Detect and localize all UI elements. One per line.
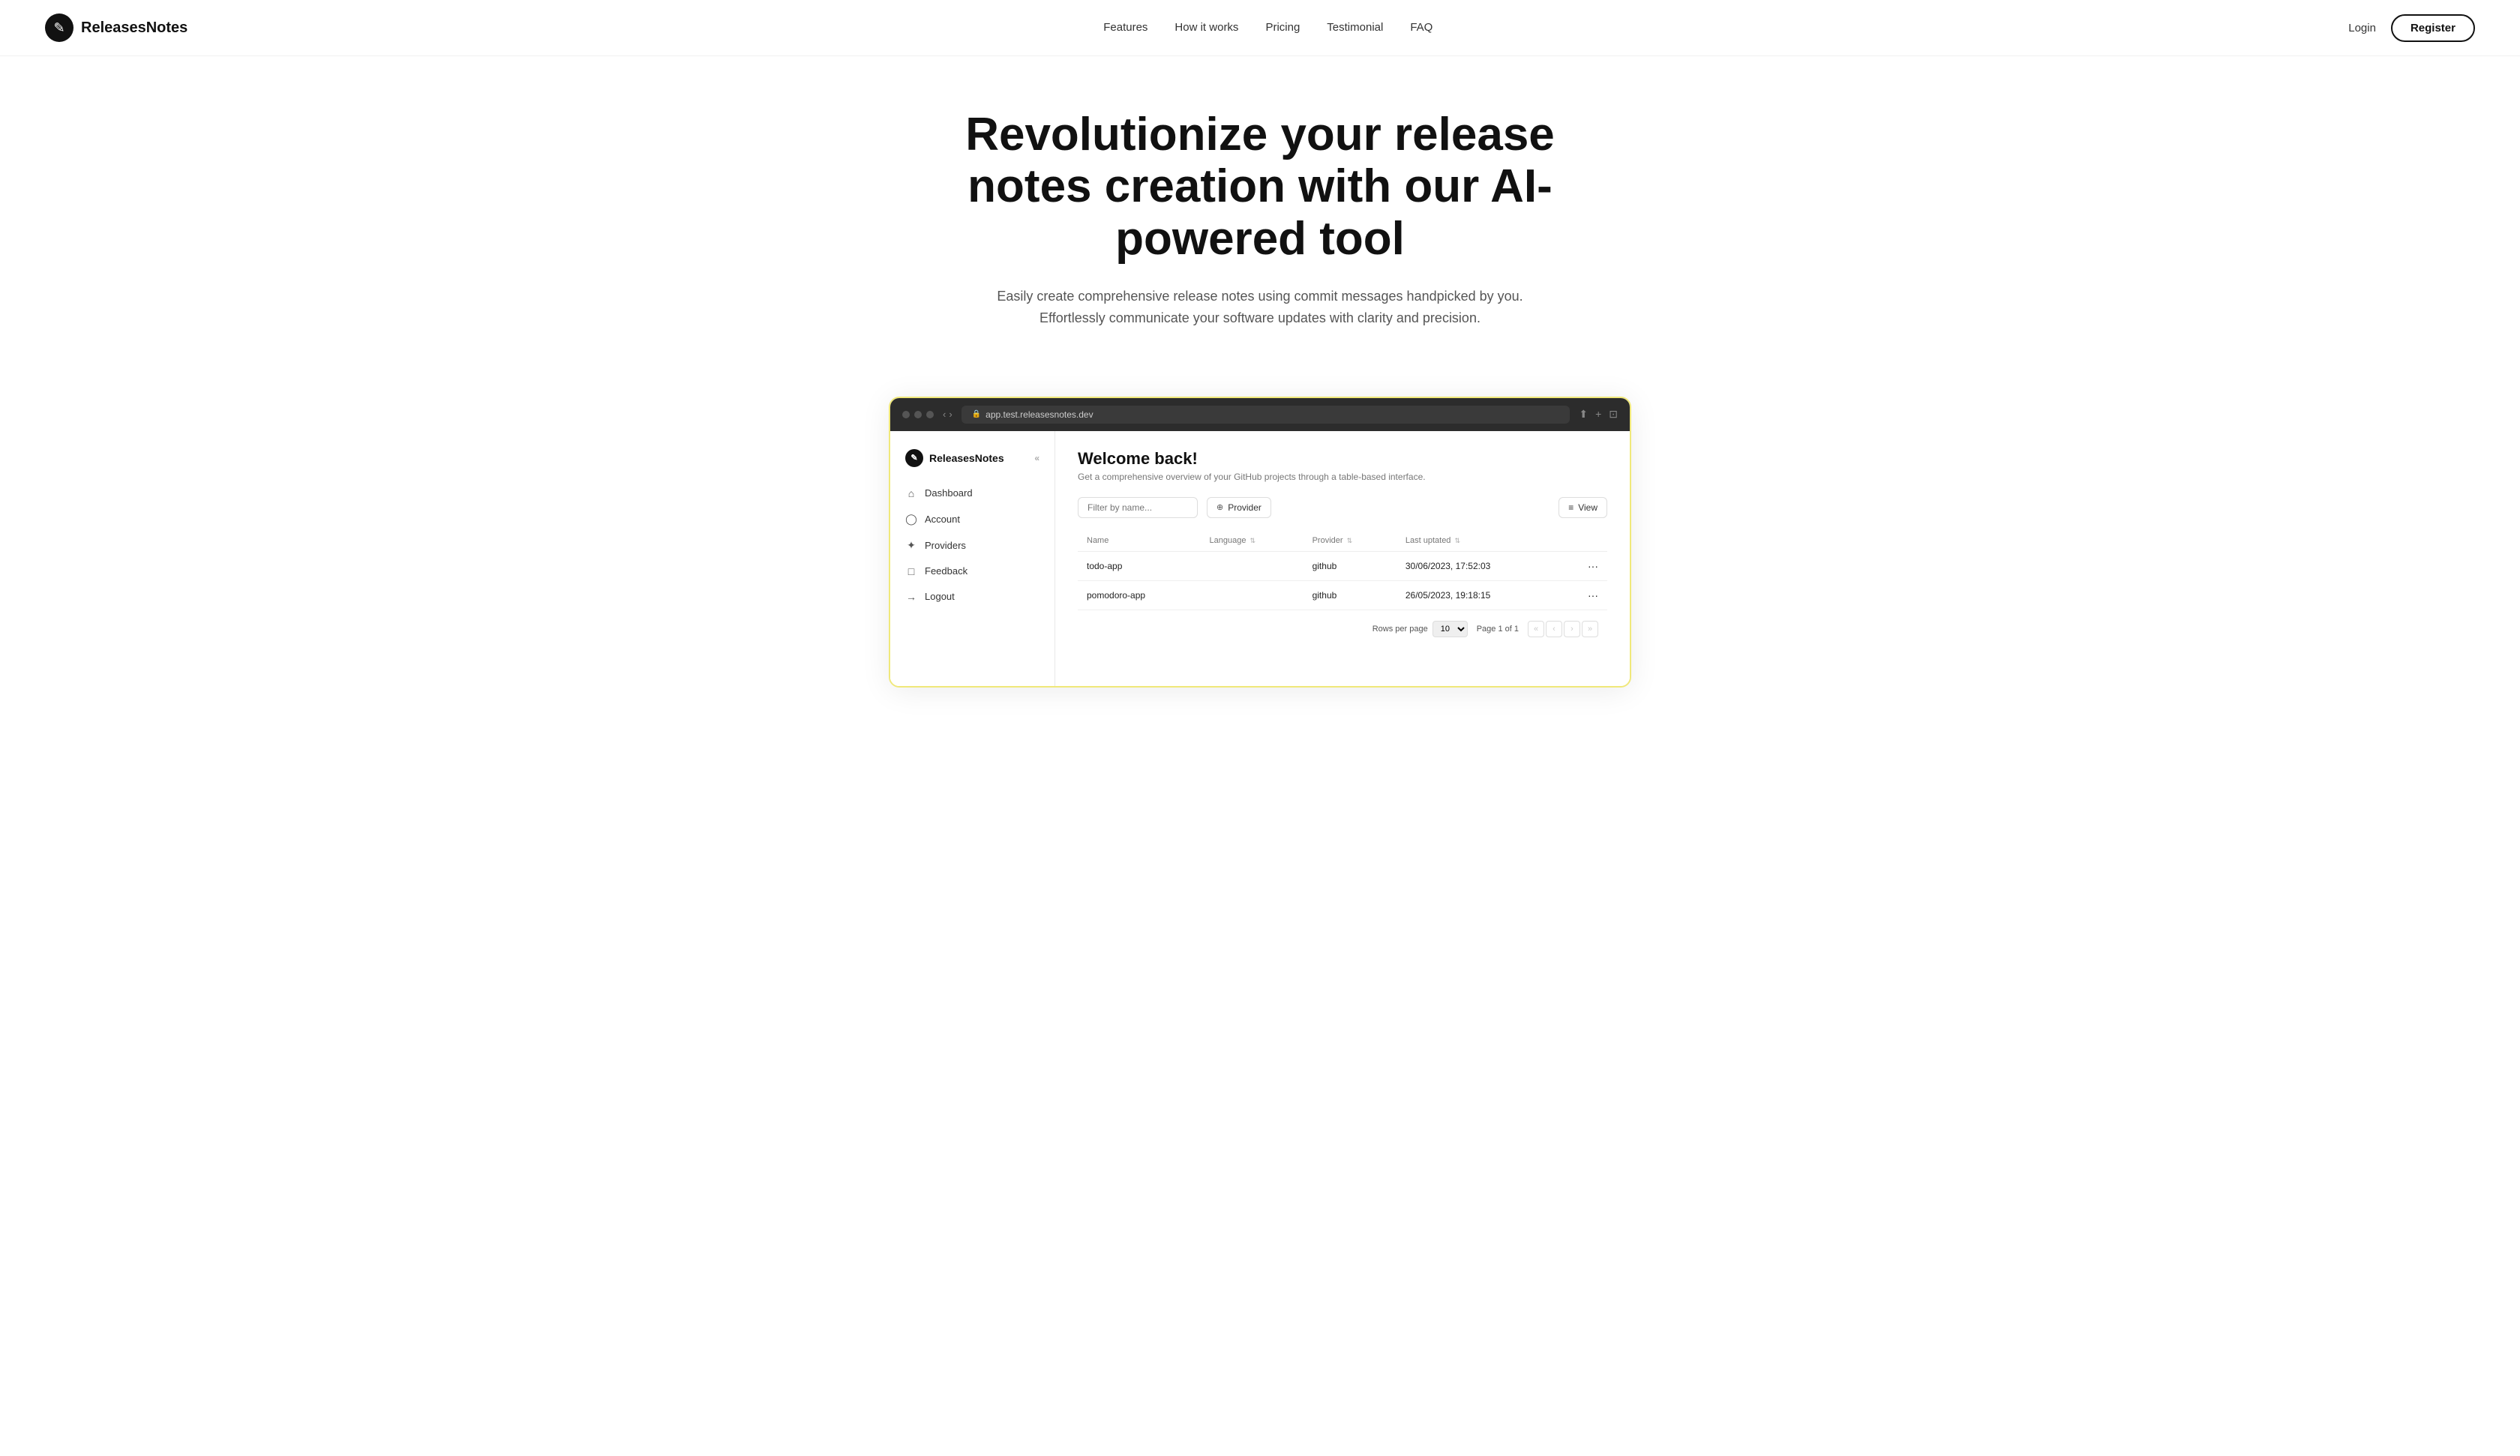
account-icon: ◯ bbox=[905, 513, 917, 526]
filters-row: ⊕ Provider ≡ View bbox=[1078, 497, 1607, 518]
arrow-forward[interactable]: › bbox=[949, 409, 952, 420]
cell-language-1 bbox=[1201, 580, 1304, 610]
filter-provider-label: Provider bbox=[1228, 502, 1262, 513]
page-info: Page 1 of 1 bbox=[1477, 625, 1519, 634]
browser-dot-2 bbox=[914, 411, 922, 418]
home-icon: ⌂ bbox=[905, 487, 917, 499]
browser-mockup: ‹ › 🔒 app.test.releasesnotes.dev ⬆ + ⊡ ✎ bbox=[866, 397, 1654, 732]
sidebar-label-feedback: Feedback bbox=[925, 565, 968, 577]
browser-dot-3 bbox=[926, 411, 934, 418]
pagination: Rows per page 10 Page 1 of 1 « ‹ › » bbox=[1078, 610, 1607, 637]
view-button[interactable]: ≡ View bbox=[1558, 497, 1607, 518]
nav-link-features[interactable]: Features bbox=[1103, 21, 1148, 34]
sidebar-item-dashboard[interactable]: ⌂ Dashboard bbox=[890, 481, 1054, 506]
browser-actions: ⬆ + ⊡ bbox=[1579, 408, 1618, 421]
hero-subtitle: Easily create comprehensive release note… bbox=[990, 286, 1530, 329]
sidebar-item-logout[interactable]: → Logout bbox=[890, 584, 1054, 610]
cell-updated-1: 26/05/2023, 19:18:15 bbox=[1396, 580, 1562, 610]
table-body: todo-app github 30/06/2023, 17:52:03 ···… bbox=[1078, 551, 1607, 610]
browser-nav-arrows: ‹ › bbox=[943, 409, 952, 420]
nav-logo[interactable]: ✎ ReleasesNotes bbox=[45, 13, 188, 42]
sidebar-logo: ✎ ReleasesNotes « bbox=[890, 443, 1054, 481]
hero-section: Revolutionize your release notes creatio… bbox=[900, 56, 1620, 367]
table-header: Name Language ⇅ Provider ⇅ Las bbox=[1078, 530, 1607, 552]
page-last-button[interactable]: » bbox=[1582, 621, 1598, 637]
sort-provider-icon: ⇅ bbox=[1347, 537, 1353, 544]
page-prev-button[interactable]: ‹ bbox=[1546, 621, 1562, 637]
filter-provider-button[interactable]: ⊕ Provider bbox=[1207, 497, 1271, 518]
table-row[interactable]: pomodoro-app github 26/05/2023, 19:18:15… bbox=[1078, 580, 1607, 610]
table-row[interactable]: todo-app github 30/06/2023, 17:52:03 ··· bbox=[1078, 551, 1607, 580]
navbar: ✎ ReleasesNotes Features How it works Pr… bbox=[0, 0, 2520, 56]
arrow-back[interactable]: ‹ bbox=[943, 409, 946, 420]
app-container: ✎ ReleasesNotes « ⌂ Dashboard ◯ Account … bbox=[890, 431, 1630, 686]
projects-table: Name Language ⇅ Provider ⇅ Las bbox=[1078, 530, 1607, 610]
register-button[interactable]: Register bbox=[2391, 14, 2475, 42]
rows-per-page-select[interactable]: 10 bbox=[1432, 621, 1468, 637]
cell-actions-1[interactable]: ··· bbox=[1562, 580, 1607, 610]
nav-logo-icon: ✎ bbox=[45, 13, 74, 42]
sidebar-logo-text: ReleasesNotes bbox=[929, 452, 1004, 464]
browser-dot-1 bbox=[902, 411, 910, 418]
share-icon[interactable]: ⬆ bbox=[1579, 408, 1588, 421]
sidebar-label-account: Account bbox=[925, 514, 960, 525]
more-icon[interactable]: ⊡ bbox=[1609, 408, 1618, 421]
browser-controls bbox=[902, 411, 934, 418]
nav-link-faq[interactable]: FAQ bbox=[1410, 21, 1432, 34]
filter-provider-icon: ⊕ bbox=[1216, 502, 1223, 512]
nav-logo-text: ReleasesNotes bbox=[81, 19, 188, 37]
browser-url-text: app.test.releasesnotes.dev bbox=[986, 409, 1093, 420]
nav-links: Features How it works Pricing Testimonia… bbox=[1103, 21, 1432, 34]
main-content: Welcome back! Get a comprehensive overvi… bbox=[1055, 431, 1630, 686]
sidebar-label-providers: Providers bbox=[925, 540, 966, 551]
sidebar-item-feedback[interactable]: □ Feedback bbox=[890, 559, 1054, 584]
nav-link-testimonial[interactable]: Testimonial bbox=[1327, 21, 1383, 34]
rows-per-page-label: Rows per page bbox=[1372, 625, 1428, 634]
page-nav: « ‹ › » bbox=[1528, 621, 1598, 637]
sidebar-collapse-button[interactable]: « bbox=[1034, 453, 1040, 463]
sort-language-icon: ⇅ bbox=[1250, 537, 1256, 544]
page-first-button[interactable]: « bbox=[1528, 621, 1544, 637]
nav-link-pricing[interactable]: Pricing bbox=[1265, 21, 1300, 34]
welcome-subtitle: Get a comprehensive overview of your Git… bbox=[1078, 472, 1607, 482]
col-provider[interactable]: Provider ⇅ bbox=[1304, 530, 1396, 552]
sidebar: ✎ ReleasesNotes « ⌂ Dashboard ◯ Account … bbox=[890, 431, 1055, 686]
nav-actions: Login Register bbox=[2348, 14, 2475, 42]
lock-icon: 🔒 bbox=[972, 410, 981, 418]
view-icon: ≡ bbox=[1568, 502, 1574, 513]
filter-name-input[interactable] bbox=[1078, 497, 1198, 518]
sidebar-label-dashboard: Dashboard bbox=[925, 487, 973, 499]
browser-frame: ‹ › 🔒 app.test.releasesnotes.dev ⬆ + ⊡ ✎ bbox=[889, 397, 1631, 688]
rows-per-page: Rows per page 10 bbox=[1372, 621, 1468, 637]
cell-name-1: pomodoro-app bbox=[1078, 580, 1201, 610]
hero-title: Revolutionize your release notes creatio… bbox=[930, 109, 1590, 265]
cell-provider-1: github bbox=[1304, 580, 1396, 610]
sidebar-item-providers[interactable]: ✦ Providers bbox=[890, 532, 1054, 559]
col-last-updated[interactable]: Last uptated ⇅ bbox=[1396, 530, 1562, 552]
view-label: View bbox=[1578, 502, 1598, 513]
nav-link-how-it-works[interactable]: How it works bbox=[1174, 21, 1238, 34]
sidebar-logo-icon: ✎ bbox=[905, 449, 923, 467]
welcome-title: Welcome back! bbox=[1078, 449, 1607, 469]
cell-name-0: todo-app bbox=[1078, 551, 1201, 580]
browser-bar: ‹ › 🔒 app.test.releasesnotes.dev ⬆ + ⊡ bbox=[890, 398, 1630, 431]
sidebar-label-logout: Logout bbox=[925, 591, 955, 602]
sort-updated-icon: ⇅ bbox=[1455, 537, 1461, 544]
col-actions bbox=[1562, 530, 1607, 552]
page-next-button[interactable]: › bbox=[1564, 621, 1580, 637]
cell-language-0 bbox=[1201, 551, 1304, 580]
col-language[interactable]: Language ⇅ bbox=[1201, 530, 1304, 552]
cell-provider-0: github bbox=[1304, 551, 1396, 580]
feedback-icon: □ bbox=[905, 565, 917, 577]
cell-actions-0[interactable]: ··· bbox=[1562, 551, 1607, 580]
sidebar-item-account[interactable]: ◯ Account bbox=[890, 506, 1054, 532]
add-tab-icon[interactable]: + bbox=[1595, 408, 1601, 421]
providers-icon: ✦ bbox=[905, 539, 917, 552]
browser-url-bar[interactable]: 🔒 app.test.releasesnotes.dev bbox=[962, 406, 1570, 424]
cell-updated-0: 30/06/2023, 17:52:03 bbox=[1396, 551, 1562, 580]
logout-icon: → bbox=[905, 591, 917, 603]
login-button[interactable]: Login bbox=[2348, 22, 2376, 34]
col-name: Name bbox=[1078, 530, 1201, 552]
